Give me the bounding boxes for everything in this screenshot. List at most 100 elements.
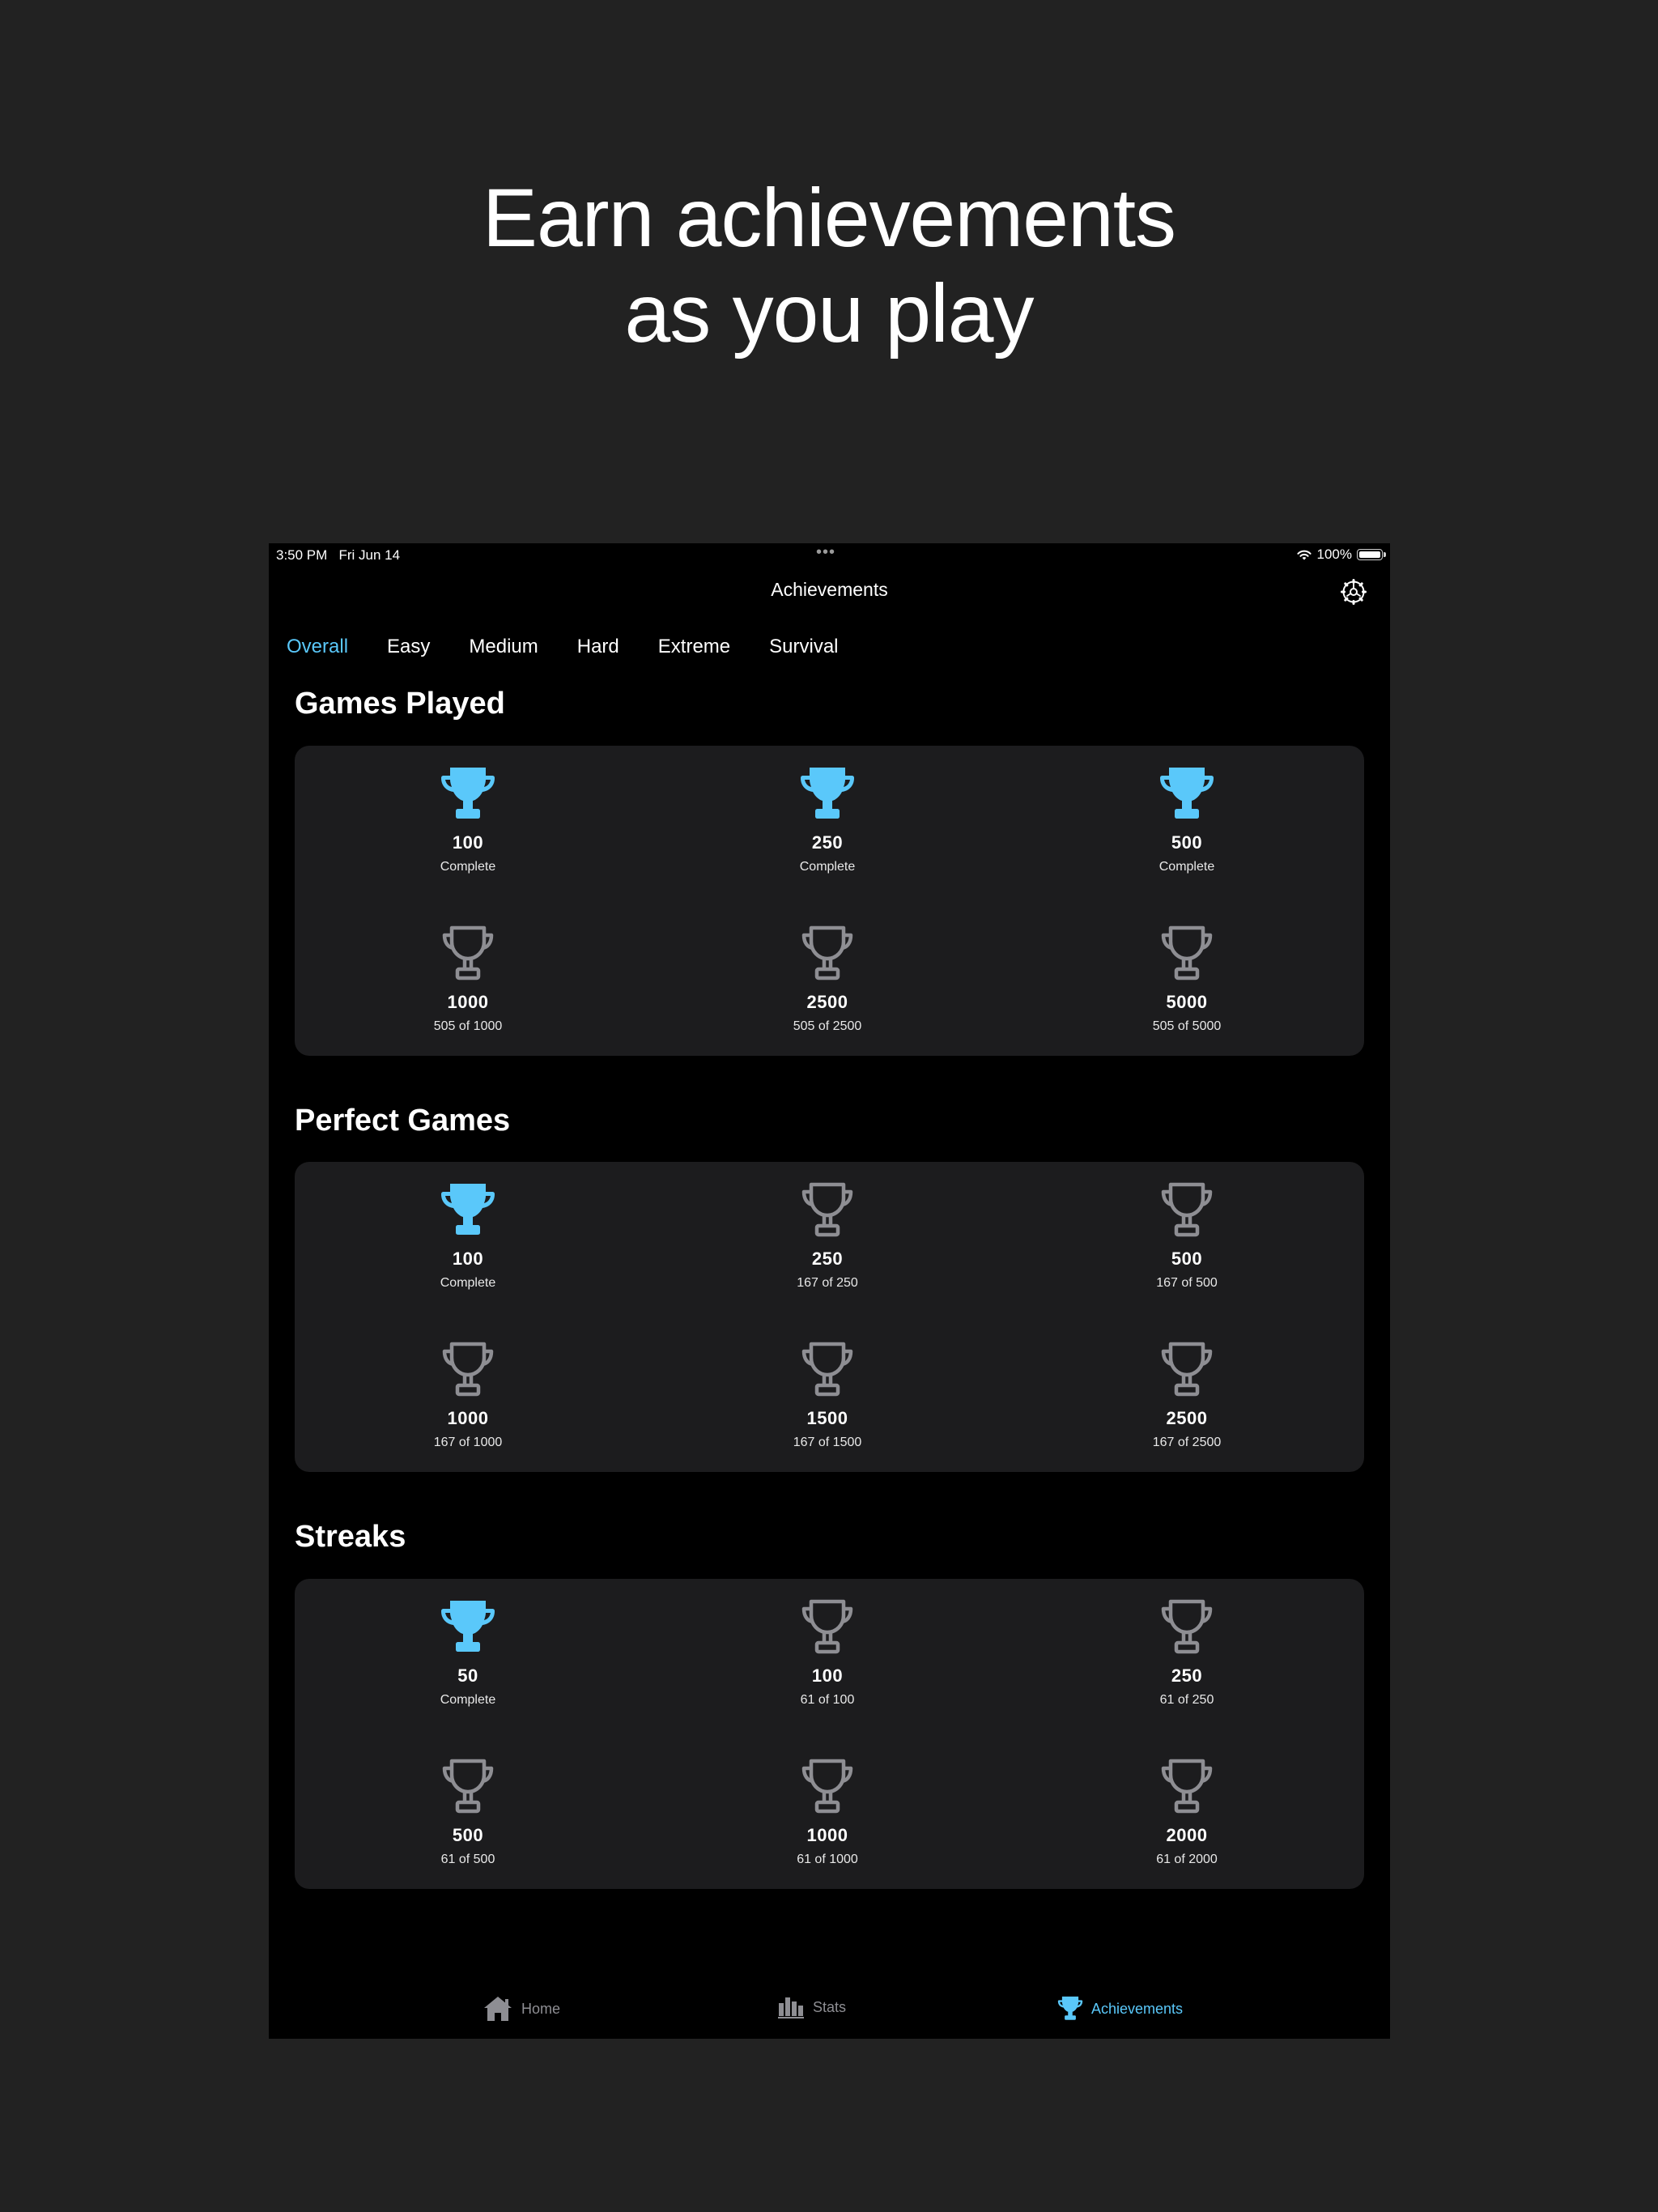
status-bar: 3:50 PM Fri Jun 14 ••• 100% <box>269 543 1390 566</box>
device-screen: 3:50 PM Fri Jun 14 ••• 100% Achievements <box>269 543 1390 2039</box>
battery-icon <box>1357 549 1386 560</box>
tabbar-home[interactable]: Home <box>483 1995 560 2023</box>
tab-easy[interactable]: Easy <box>387 636 430 658</box>
trophy-locked-icon <box>801 1759 853 1814</box>
achievement-progress: 505 of 5000 <box>1152 1019 1222 1033</box>
achievement-item[interactable]: 1000 505 of 1000 <box>346 924 589 1034</box>
trophy-locked-icon <box>442 1759 494 1814</box>
tab-extreme[interactable]: Extreme <box>658 636 730 658</box>
achievement-item[interactable]: 250 61 of 250 <box>1065 1597 1308 1708</box>
section-title-perfect-games: Perfect Games <box>295 1104 511 1138</box>
trophy-earned-icon <box>441 1184 495 1235</box>
achievement-item[interactable]: 1500 167 of 1500 <box>706 1340 949 1450</box>
achievement-target: 1000 <box>447 1408 489 1428</box>
tab-survival[interactable]: Survival <box>769 636 838 658</box>
difficulty-tabs: Overall Easy Medium Hard Extreme Surviva… <box>287 636 878 658</box>
tabbar-achievements[interactable]: Achievements <box>1057 1995 1183 2023</box>
trophy-locked-icon <box>801 1599 853 1654</box>
achievement-item[interactable]: 500 167 of 500 <box>1065 1180 1308 1291</box>
achievement-progress: 61 of 250 <box>1159 1693 1214 1707</box>
wifi-icon <box>1296 550 1312 559</box>
tabbar-stats-label: Stats <box>813 1998 847 2015</box>
achievement-item[interactable]: 500 61 of 500 <box>346 1757 589 1867</box>
achievement-target: 500 <box>1171 1249 1203 1269</box>
bar-chart-icon <box>778 1997 804 2018</box>
achievement-item[interactable]: 5000 505 of 5000 <box>1065 924 1308 1034</box>
trophy-locked-icon <box>801 1182 853 1237</box>
achievement-item[interactable]: 2500 505 of 2500 <box>706 924 949 1034</box>
tabbar-stats[interactable]: Stats <box>777 1995 846 2019</box>
headline-line-2: as you play <box>624 267 1035 359</box>
trophy-earned-icon <box>1160 768 1214 819</box>
tabbar-achievements-label: Achievements <box>1091 2000 1184 2017</box>
achievement-target: 2000 <box>1166 1825 1208 1845</box>
achievement-progress: Complete <box>1158 860 1215 874</box>
achievement-target: 2500 <box>1166 1408 1208 1428</box>
achievement-item[interactable]: 100 Complete <box>346 1180 589 1291</box>
achievement-target: 500 <box>1171 832 1203 853</box>
trophy-earned-icon <box>441 768 495 819</box>
trophy-earned-icon <box>441 1601 495 1652</box>
achievement-progress: 61 of 100 <box>800 1693 855 1707</box>
achievement-progress: Complete <box>440 1693 496 1707</box>
trophy-locked-icon <box>1161 1182 1213 1237</box>
trophy-locked-icon <box>801 1342 853 1397</box>
achievement-progress: 61 of 500 <box>440 1853 495 1866</box>
battery-percent: 100% <box>1316 547 1352 562</box>
trophy-locked-icon <box>1161 1342 1213 1397</box>
headline-line-1: Earn achievements <box>482 172 1176 264</box>
achievement-target: 250 <box>811 1249 844 1269</box>
achievement-progress: Complete <box>799 860 856 874</box>
achievement-item[interactable]: 1000 61 of 1000 <box>706 1757 949 1867</box>
page-title: Achievements <box>771 579 888 600</box>
achievement-progress: 167 of 500 <box>1156 1276 1218 1290</box>
achievement-target: 100 <box>811 1665 844 1686</box>
section-title-streaks: Streaks <box>295 1520 406 1554</box>
achievement-target: 1000 <box>806 1825 848 1845</box>
tab-overall[interactable]: Overall <box>287 636 348 658</box>
achievement-progress: 61 of 1000 <box>797 1853 858 1866</box>
status-time: 3:50 PM <box>276 547 328 563</box>
house-icon <box>484 1997 512 2021</box>
achievement-progress: Complete <box>440 860 496 874</box>
achievement-target: 5000 <box>1166 992 1208 1012</box>
achievement-card-streaks: 50 Complete 100 61 of 100 250 61 of 250 500… <box>295 1579 1364 1889</box>
trophy-locked-icon <box>442 925 494 981</box>
achievement-target: 250 <box>811 832 844 853</box>
trophy-locked-icon <box>1161 1599 1213 1654</box>
achievement-item[interactable]: 250 Complete <box>706 764 949 874</box>
achievement-progress: 61 of 2000 <box>1156 1853 1218 1866</box>
trophy-earned-icon <box>801 768 854 819</box>
achievement-item[interactable]: 500 Complete <box>1065 764 1308 874</box>
achievement-progress: 505 of 1000 <box>433 1019 503 1033</box>
achievement-progress: 167 of 1000 <box>433 1436 503 1449</box>
achievement-progress: 167 of 2500 <box>1152 1436 1222 1449</box>
achievement-progress: Complete <box>440 1276 496 1290</box>
achievement-item[interactable]: 2500 167 of 2500 <box>1065 1340 1308 1450</box>
trophy-locked-icon <box>801 925 853 981</box>
achievement-target: 1000 <box>447 992 489 1012</box>
tab-medium[interactable]: Medium <box>469 636 538 658</box>
trophy-icon <box>1057 1996 1083 2020</box>
status-date: Fri Jun 14 <box>338 547 401 563</box>
promo-headline: Earn achievements as you play <box>0 170 1658 361</box>
achievement-item[interactable]: 2000 61 of 2000 <box>1065 1757 1308 1867</box>
achievement-item[interactable]: 50 Complete <box>346 1597 589 1708</box>
achievement-target: 2500 <box>806 992 848 1012</box>
achievement-item[interactable]: 100 Complete <box>346 764 589 874</box>
achievement-item[interactable]: 1000 167 of 1000 <box>346 1340 589 1450</box>
multitasking-dots[interactable]: ••• <box>816 543 835 562</box>
tabbar-home-label: Home <box>521 2000 561 2017</box>
settings-gear-icon[interactable] <box>1340 578 1367 606</box>
trophy-locked-icon <box>1161 1759 1213 1814</box>
tab-hard[interactable]: Hard <box>577 636 619 658</box>
achievement-target: 50 <box>457 1665 478 1686</box>
bottom-tab-bar: Home Stats Achievements <box>269 1989 1390 2039</box>
achievement-item[interactable]: 250 167 of 250 <box>706 1180 949 1291</box>
achievement-target: 100 <box>452 1249 484 1269</box>
achievement-card-games-played: 100 Complete 250 Complete 500 Complete 1000… <box>295 746 1364 1056</box>
achievement-item[interactable]: 100 61 of 100 <box>706 1597 949 1708</box>
achievement-card-perfect-games: 100 Complete 250 167 of 250 500 167 of 500 … <box>295 1162 1364 1472</box>
achievement-progress: 505 of 2500 <box>793 1019 862 1033</box>
trophy-locked-icon <box>442 1342 494 1397</box>
